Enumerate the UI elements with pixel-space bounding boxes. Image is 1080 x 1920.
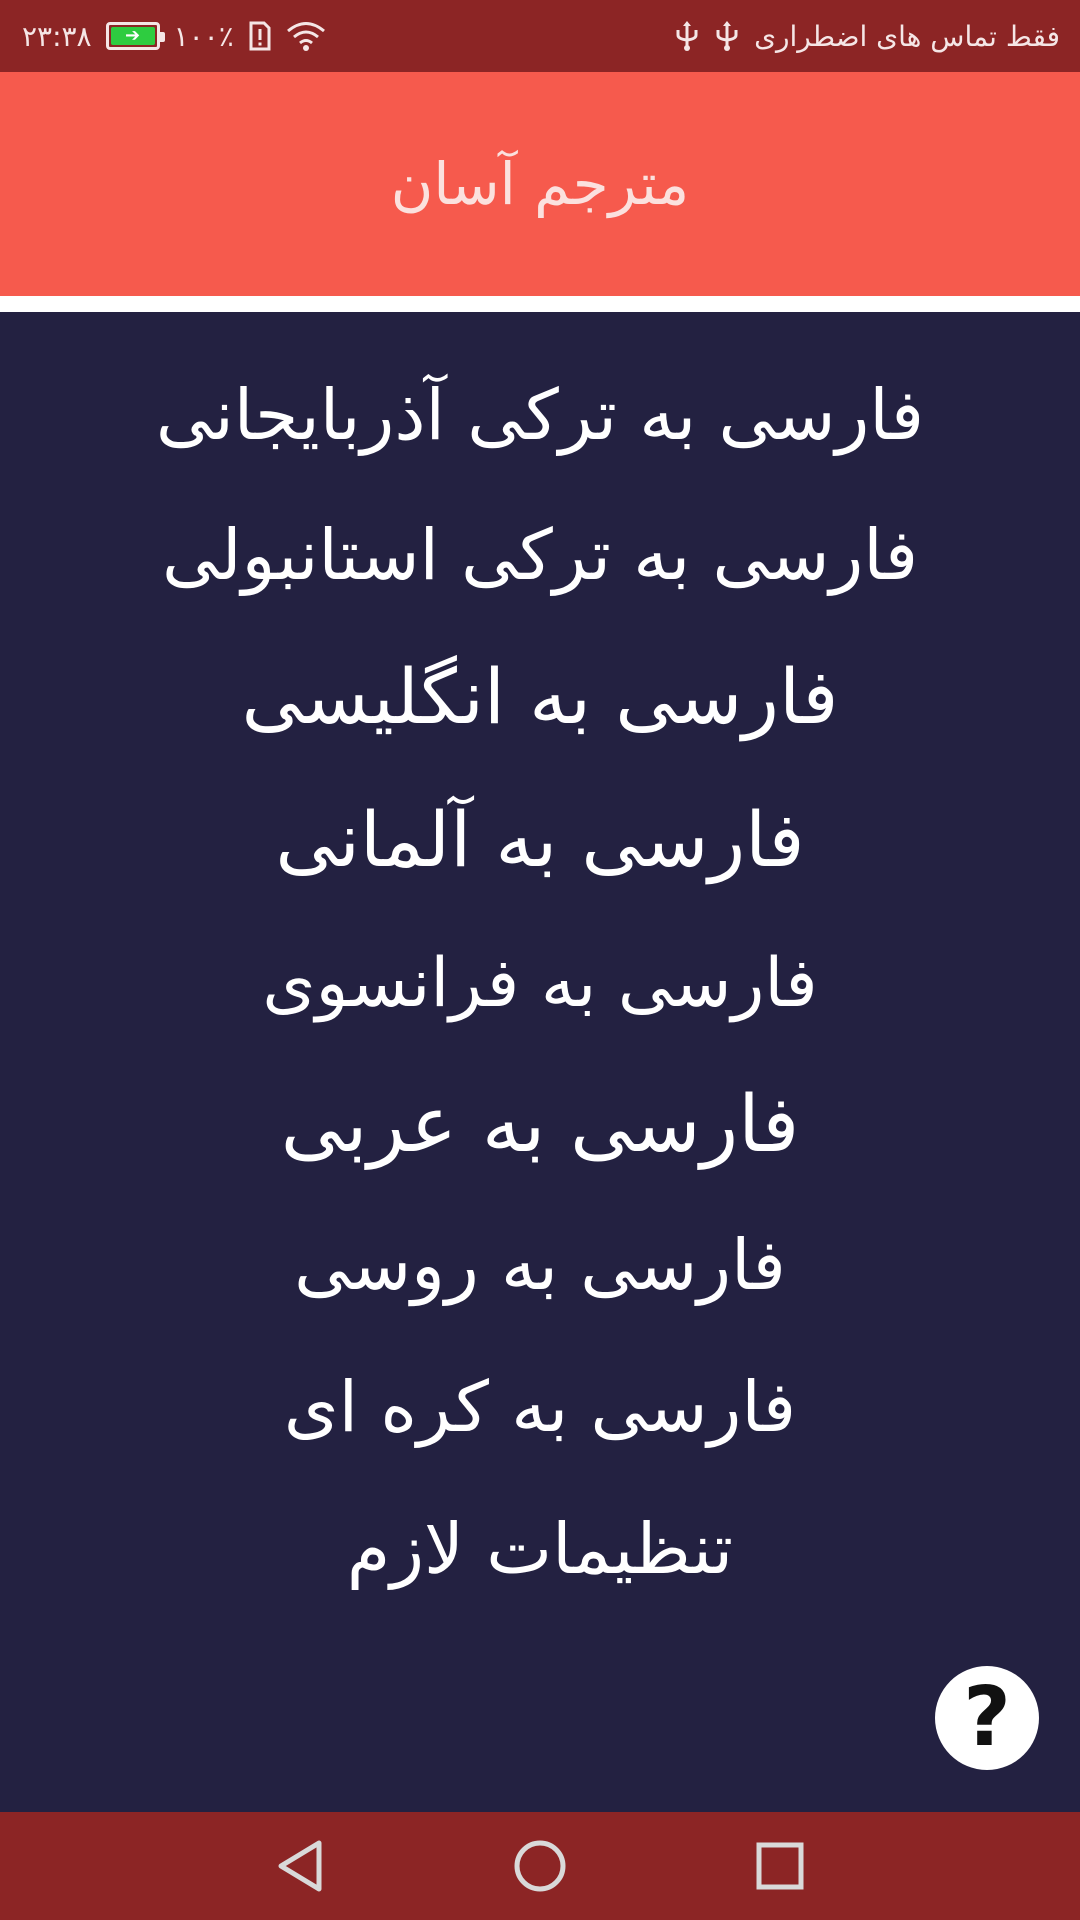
menu-item-fa-ko[interactable]: فارسی به کره ای [0,1366,1080,1448]
menu-item-fa-en[interactable]: فارسی به انگلیسی [0,652,1080,741]
carrier-text: فقط تماس های اضطراری [754,19,1060,53]
navigation-bar [0,1812,1080,1920]
recents-button[interactable] [720,1812,840,1920]
menu-item-fa-ru[interactable]: فارسی به روسی [0,1224,1080,1306]
wifi-icon [286,20,326,52]
menu-item-fa-tr[interactable]: فارسی به ترکی استانبولی [0,514,1080,596]
screen: ۲۳:۳۸ ➔ ۱۰۰٪ فقط تماس های اضطراری مترجم … [0,0,1080,1920]
help-icon: ? [963,1670,1011,1765]
clock: ۲۳:۳۸ [22,19,92,53]
sim-alert-icon [248,21,272,51]
home-button[interactable] [480,1812,600,1920]
status-left: ۲۳:۳۸ ➔ ۱۰۰٪ [22,20,326,53]
menu-item-fa-ar[interactable]: فارسی به عربی [0,1080,1080,1170]
app-header: مترجم آسان [0,72,1080,296]
status-right: فقط تماس های اضطراری [674,20,1060,53]
header-divider [0,296,1080,312]
menu-item-fa-fr[interactable]: فارسی به فرانسوی [0,944,1080,1023]
menu-item-settings[interactable]: تنظیمات لازم [0,1508,1080,1590]
home-icon [514,1840,566,1892]
usb-icon [674,20,700,52]
back-icon [278,1840,322,1892]
battery-percent: ۱۰۰٪ [173,19,234,53]
back-button[interactable] [240,1812,360,1920]
help-button[interactable]: ? [935,1666,1039,1770]
status-bar: ۲۳:۳۸ ➔ ۱۰۰٪ فقط تماس های اضطراری [0,0,1080,72]
bolt-icon: ➔ [125,25,141,46]
app-title: مترجم آسان [390,150,690,218]
language-menu: فارسی به ترکی آذربایجانی فارسی به ترکی ا… [0,312,1080,1812]
usb-icon [714,20,740,52]
menu-item-fa-az[interactable]: فارسی به ترکی آذربایجانی [0,374,1080,456]
recents-icon [756,1842,804,1890]
battery-charging-icon: ➔ [105,22,165,50]
menu-item-fa-de[interactable]: فارسی به آلمانی [0,795,1080,884]
